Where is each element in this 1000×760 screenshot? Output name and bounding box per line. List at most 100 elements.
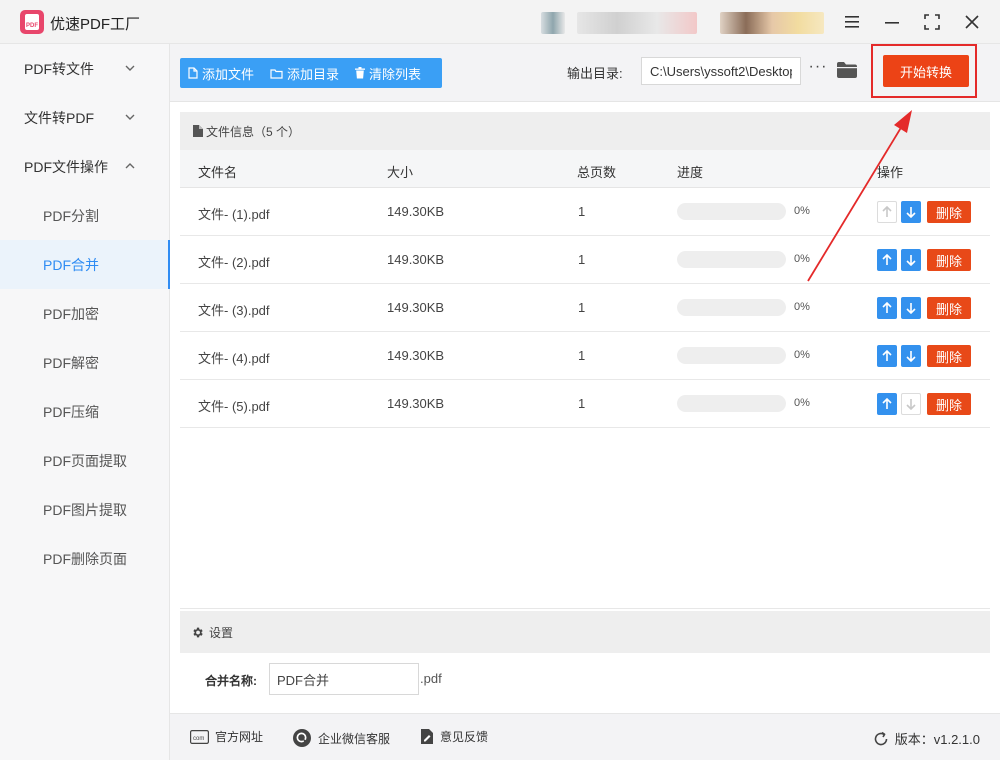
- merge-extension: .pdf: [420, 671, 442, 686]
- chevron-up-icon: [125, 163, 135, 169]
- sidebar-item-pdf-split[interactable]: PDF分割: [0, 191, 170, 240]
- sidebar-item-pdf-merge[interactable]: PDF合并: [0, 240, 170, 289]
- sidebar-item-pdf-page-extract[interactable]: PDF页面提取: [0, 436, 170, 485]
- progress-text: 0%: [794, 301, 810, 313]
- svg-text:com: com: [193, 736, 204, 742]
- version-label: 版本：v1.2.1.0: [894, 732, 980, 747]
- file-pages: 1: [578, 300, 586, 315]
- sidebar-group-label: PDF文件操作: [24, 158, 108, 175]
- wechat-support-label: 企业微信客服: [318, 731, 391, 746]
- column-filename: 文件名: [198, 165, 238, 180]
- progress-text: 0%: [794, 397, 810, 409]
- delete-button[interactable]: 删除: [927, 201, 971, 223]
- sidebar-item-pdf-decrypt[interactable]: PDF解密: [0, 338, 170, 387]
- clear-list-button[interactable]: 清除列表: [355, 64, 421, 83]
- sidebar-item-pdf-image-extract[interactable]: PDF图片提取: [0, 485, 170, 534]
- column-size: 大小: [387, 165, 414, 180]
- move-up-button[interactable]: [877, 249, 897, 271]
- more-options-button[interactable]: ···: [808, 59, 828, 80]
- close-icon[interactable]: [958, 8, 986, 36]
- trash-icon: [355, 67, 366, 79]
- move-down-button[interactable]: [901, 249, 921, 271]
- refresh-icon[interactable]: [873, 731, 889, 747]
- file-size: 149.30KB: [387, 204, 445, 219]
- official-website-link[interactable]: com 官方网址: [190, 728, 263, 745]
- move-up-button[interactable]: [877, 297, 897, 319]
- sidebar-item-pdf-delete-page[interactable]: PDF删除页面: [0, 534, 170, 583]
- progress-text: 0%: [794, 253, 810, 265]
- move-up-button[interactable]: [877, 201, 897, 223]
- footer: com 官方网址 企业微信客服 意见反馈 版本：v1.2.1.0: [170, 713, 1000, 760]
- table-row: 文件- (5).pdf 149.30KB 1 0% 删除: [180, 380, 990, 428]
- toolbar: 添加文件 添加目录 清除列表 输出目录: ··· 开始转换: [170, 44, 1000, 102]
- file-size: 149.30KB: [387, 396, 445, 411]
- progress-bar: [677, 251, 786, 268]
- file-name: 文件- (4).pdf: [198, 351, 270, 366]
- sidebar-group-pdf-to-file[interactable]: PDF转文件: [0, 44, 170, 93]
- progress-bar: [677, 299, 786, 316]
- add-file-button[interactable]: 添加文件: [188, 64, 254, 83]
- chevron-down-icon: [125, 65, 135, 71]
- file-size: 149.30KB: [387, 348, 445, 363]
- start-button-highlight: 开始转换: [871, 44, 977, 98]
- merge-name-input[interactable]: [269, 663, 419, 695]
- column-progress: 进度: [677, 165, 704, 180]
- file-pages: 1: [578, 204, 586, 219]
- progress-text: 0%: [794, 349, 810, 361]
- wechat-support-link[interactable]: 企业微信客服: [292, 728, 390, 748]
- title-bar: PDF 优速PDF工厂: [0, 0, 1000, 44]
- app-logo-text: PDF: [25, 14, 39, 30]
- sidebar-group-file-to-pdf[interactable]: 文件转PDF: [0, 93, 170, 142]
- file-name: 文件- (5).pdf: [198, 399, 270, 414]
- minimize-icon[interactable]: [878, 8, 906, 36]
- hamburger-icon[interactable]: [838, 8, 866, 36]
- move-down-button[interactable]: [901, 297, 921, 319]
- folder-icon[interactable]: [836, 61, 858, 79]
- fullscreen-icon[interactable]: [918, 8, 946, 36]
- delete-button[interactable]: 删除: [927, 345, 971, 367]
- move-up-button[interactable]: [877, 393, 897, 415]
- settings-title: 设置: [209, 625, 234, 640]
- file-name: 文件- (3).pdf: [198, 303, 270, 318]
- file-size: 149.30KB: [387, 300, 445, 315]
- sidebar-item-pdf-compress[interactable]: PDF压缩: [0, 387, 170, 436]
- file-info-title: 文件信息（5 个）: [206, 124, 301, 139]
- file-name: 文件- (2).pdf: [198, 255, 270, 270]
- delete-button[interactable]: 删除: [927, 297, 971, 319]
- output-directory-label: 输出目录:: [567, 66, 623, 81]
- feedback-label: 意见反馈: [440, 730, 489, 744]
- file-pages: 1: [578, 348, 586, 363]
- feedback-icon: [421, 729, 433, 744]
- move-down-button[interactable]: [901, 393, 921, 415]
- sidebar-group-pdf-operations[interactable]: PDF文件操作: [0, 142, 170, 191]
- delete-button[interactable]: 删除: [927, 249, 971, 271]
- progress-bar: [677, 395, 786, 412]
- table-row: 文件- (3).pdf 149.30KB 1 0% 删除: [180, 284, 990, 332]
- file-pages: 1: [578, 252, 586, 267]
- app-title: 优速PDF工厂: [50, 16, 141, 33]
- output-directory-input[interactable]: [641, 57, 801, 85]
- progress-text: 0%: [794, 205, 810, 217]
- sidebar-item-pdf-encrypt[interactable]: PDF加密: [0, 289, 170, 338]
- pdf-logo-icon: PDF: [20, 10, 44, 34]
- add-directory-button[interactable]: 添加目录: [270, 64, 339, 83]
- column-actions: 操作: [877, 165, 904, 180]
- move-up-button[interactable]: [877, 345, 897, 367]
- version-info: 版本：v1.2.1.0: [873, 729, 980, 748]
- move-down-button[interactable]: [901, 201, 921, 223]
- start-convert-button[interactable]: 开始转换: [883, 55, 969, 87]
- sidebar: PDF转文件 文件转PDF PDF文件操作 PDF分割 PDF合并 PDF加密 …: [0, 44, 170, 760]
- file-button-group: 添加文件 添加目录 清除列表: [180, 58, 442, 88]
- add-file-label: 添加文件: [202, 66, 255, 82]
- table-row: 文件- (2).pdf 149.30KB 1 0% 删除: [180, 236, 990, 284]
- feedback-link[interactable]: 意见反馈: [420, 728, 488, 745]
- sidebar-group-label: 文件转PDF: [24, 109, 94, 126]
- blurred-account-info: [541, 12, 565, 34]
- merge-name-label: 合并名称:: [205, 674, 257, 688]
- folder-outline-icon: [270, 68, 283, 79]
- delete-button[interactable]: 删除: [927, 393, 971, 415]
- move-down-button[interactable]: [901, 345, 921, 367]
- table-row: 文件- (4).pdf 149.30KB 1 0% 删除: [180, 332, 990, 380]
- progress-bar: [677, 347, 786, 364]
- clear-list-label: 清除列表: [369, 66, 422, 82]
